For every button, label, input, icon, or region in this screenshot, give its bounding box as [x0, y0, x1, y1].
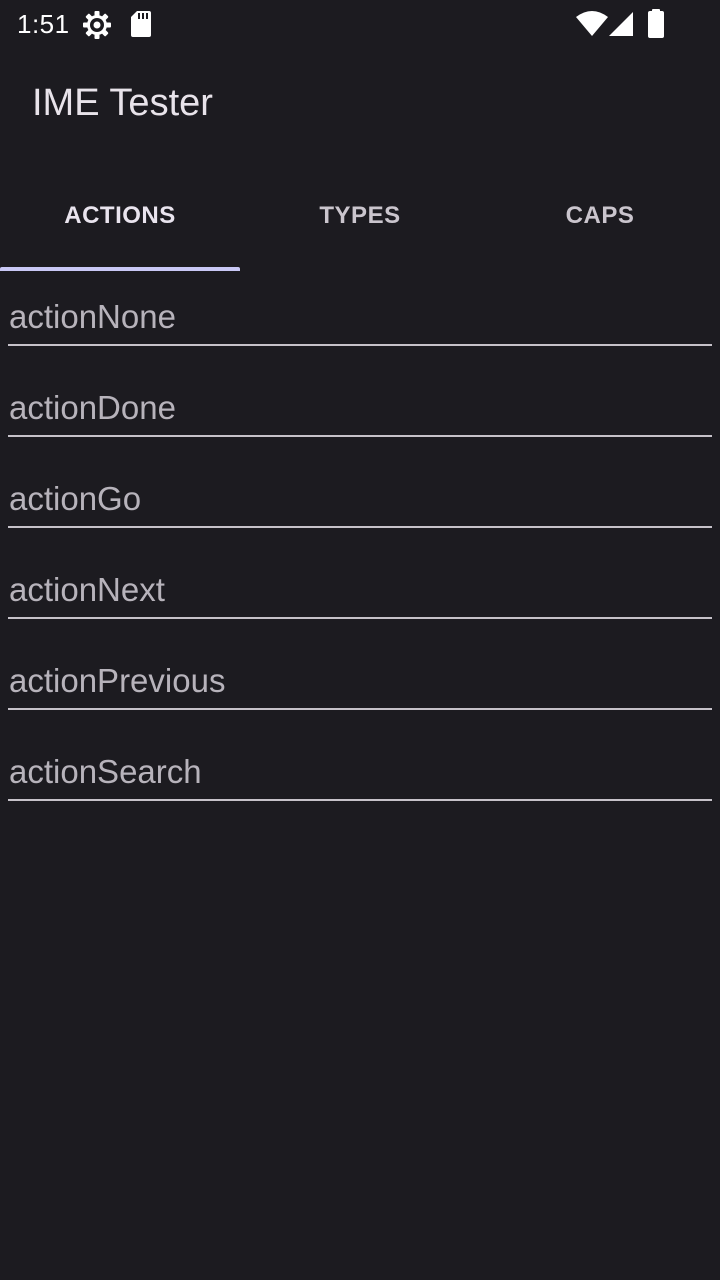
field-row — [0, 363, 720, 454]
tab-bar: ACTIONS TYPES CAPS — [0, 168, 720, 271]
cell-signal-icon — [608, 11, 634, 42]
action-go-input[interactable] — [8, 454, 712, 528]
tab-caps[interactable]: CAPS — [480, 168, 720, 271]
field-row — [0, 636, 720, 727]
field-row — [0, 272, 720, 363]
field-row — [0, 454, 720, 545]
action-search-input[interactable] — [8, 727, 712, 801]
wifi-icon — [575, 11, 609, 42]
action-previous-input[interactable] — [8, 636, 712, 710]
action-none-input[interactable] — [8, 272, 712, 346]
field-row — [0, 727, 720, 818]
tab-indicator — [0, 267, 240, 271]
tab-actions[interactable]: ACTIONS — [0, 168, 240, 271]
settings-gear-icon — [82, 10, 112, 45]
battery-icon — [647, 9, 665, 44]
action-done-input[interactable] — [8, 363, 712, 437]
sd-card-icon — [130, 10, 152, 43]
app-title: IME Tester — [32, 82, 213, 124]
field-row — [0, 545, 720, 636]
action-next-input[interactable] — [8, 545, 712, 619]
status-time: 1:51 — [17, 9, 70, 39]
fields-list — [0, 272, 720, 818]
status-bar: 1:51 — [0, 0, 720, 48]
tab-types[interactable]: TYPES — [240, 168, 480, 271]
